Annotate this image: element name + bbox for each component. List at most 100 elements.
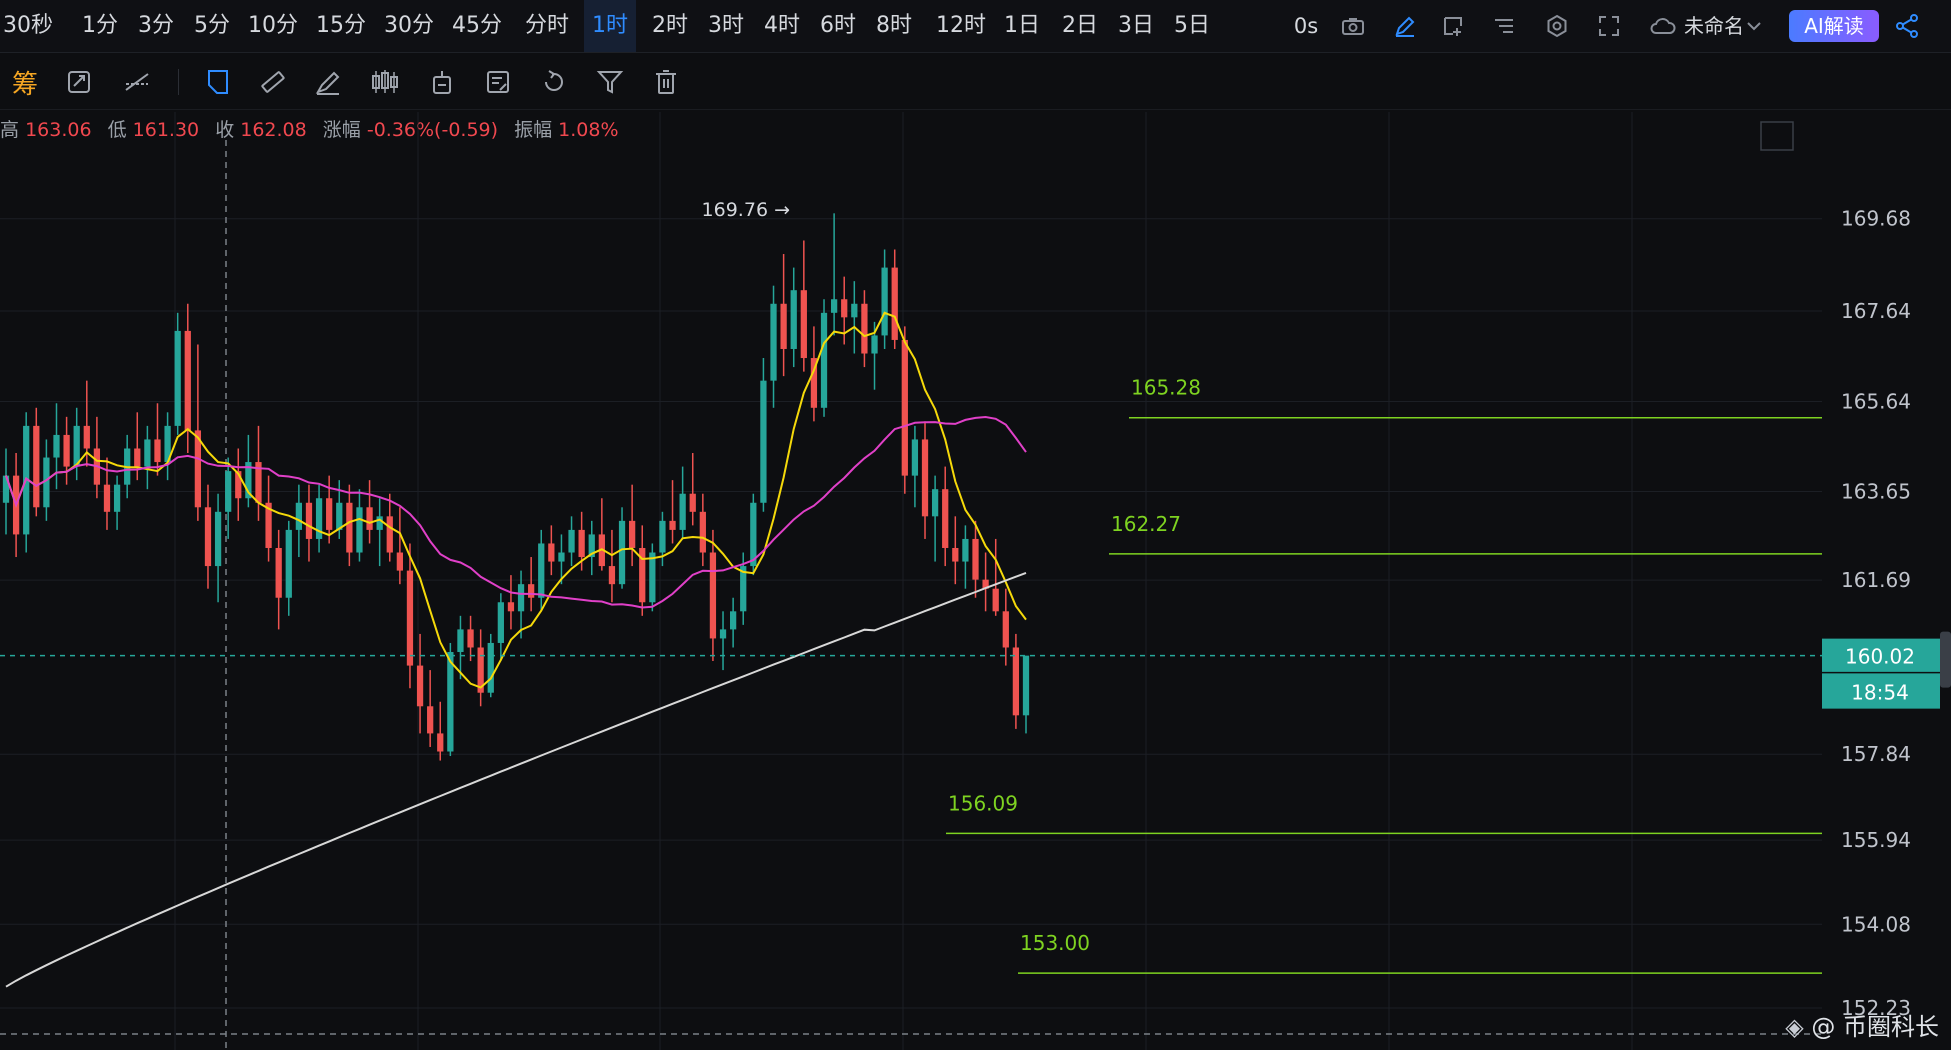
- countdown-toggle[interactable]: 0s: [1286, 10, 1326, 42]
- candle-body-8: [83, 425, 90, 449]
- candle-body-15: [154, 439, 161, 463]
- timeframe-2[interactable]: 3分: [130, 0, 182, 52]
- candle-body-42: [427, 706, 434, 734]
- brush-icon[interactable]: [311, 65, 345, 99]
- candle-body-52: [528, 584, 535, 598]
- timeframe-3[interactable]: 5分: [186, 0, 238, 52]
- candle-body-3: [33, 425, 40, 508]
- close-label: 收: [215, 119, 235, 141]
- candle-body-25: [255, 462, 262, 503]
- y-tick-3: 163.65: [1841, 479, 1911, 503]
- timeframe-9[interactable]: 1时: [584, 0, 636, 52]
- chevron-down-icon[interactable]: [1744, 10, 1764, 42]
- list-icon[interactable]: [1488, 10, 1520, 42]
- timeframe-11[interactable]: 3时: [700, 0, 752, 52]
- timeframe-10[interactable]: 2时: [644, 0, 696, 52]
- candle-body-4: [43, 457, 50, 508]
- y-tick-6: 155.94: [1841, 828, 1911, 852]
- trash-icon[interactable]: [649, 65, 683, 99]
- candle-body-36: [366, 507, 373, 530]
- countdown-label: 18:54: [1851, 681, 1909, 705]
- candle-pattern-icon[interactable]: [368, 65, 402, 99]
- settings-icon[interactable]: [1541, 10, 1573, 42]
- candle-body-16: [164, 425, 171, 463]
- fullscreen-icon[interactable]: [1593, 10, 1625, 42]
- select-cursor-icon[interactable]: [201, 65, 235, 99]
- candle-body-75: [760, 380, 767, 503]
- candle-body-31: [315, 498, 323, 539]
- amplitude-label: 振幅: [514, 119, 553, 141]
- candle-body-28: [285, 529, 292, 598]
- trend-tools-icon[interactable]: [120, 65, 154, 99]
- timeframe-5[interactable]: 15分: [310, 0, 372, 52]
- watermark: ◈ @ 币圈科长: [1785, 1007, 1939, 1042]
- candle-body-41: [416, 665, 424, 707]
- candle-body-48: [487, 642, 494, 693]
- candle-body-26: [265, 502, 272, 548]
- candle-body-63: [639, 547, 646, 603]
- candle-body-7: [73, 425, 80, 467]
- drawing-toolbar: 筹: [0, 53, 1951, 110]
- layout-name[interactable]: 未命名: [1684, 0, 1744, 52]
- timeframe-1[interactable]: 1分: [74, 0, 126, 52]
- filter-icon[interactable]: [593, 65, 627, 99]
- candle-body-55: [558, 552, 565, 562]
- timeframe-8[interactable]: 分时: [516, 0, 578, 52]
- candle-body-61: [618, 520, 626, 585]
- pencil-icon[interactable]: [1389, 10, 1421, 42]
- collapse-icon: [1760, 121, 1794, 151]
- timeframe-18[interactable]: 3日: [1110, 0, 1162, 52]
- candle-body-33: [336, 502, 343, 530]
- level-label-2: 156.09: [948, 791, 1018, 815]
- note-icon[interactable]: [481, 65, 515, 99]
- timeframe-7[interactable]: 45分: [446, 0, 508, 52]
- candle-body-50: [507, 602, 515, 612]
- high-label: 高: [0, 119, 20, 141]
- candle-body-68: [689, 493, 696, 512]
- cloud-icon[interactable]: [1647, 10, 1679, 42]
- add-indicator-icon[interactable]: [1437, 10, 1469, 42]
- candle-body-46: [467, 629, 474, 648]
- candlestick-chart[interactable]: 169.68 167.64 165.64 163.65 161.69 157.84 155.…: [0, 0, 1951, 1050]
- timeframe-14[interactable]: 8时: [868, 0, 920, 52]
- candle-body-76: [770, 303, 777, 381]
- candle-body-96: [972, 538, 979, 580]
- lock-icon[interactable]: [425, 65, 459, 99]
- camera-icon[interactable]: [1337, 10, 1369, 42]
- ai-interpret-button[interactable]: AI解读: [1789, 10, 1879, 42]
- ma-short-line: [5, 311, 1027, 689]
- candle-body-58: [588, 534, 595, 558]
- candle-body-11: [113, 484, 121, 512]
- undo-icon[interactable]: [537, 65, 571, 99]
- timeframe-19[interactable]: 5日: [1166, 0, 1218, 52]
- magnet-sync-icon[interactable]: [62, 65, 96, 99]
- chips-button[interactable]: 筹: [8, 65, 42, 100]
- candle-body-77: [780, 303, 787, 349]
- candle-body-60: [608, 566, 616, 585]
- candle-body-94: [952, 547, 959, 562]
- candle-body-21: [214, 511, 222, 567]
- candle-body-37: [376, 516, 383, 530]
- level-label-1: 162.27: [1111, 512, 1181, 536]
- change-label: 涨幅: [322, 119, 361, 141]
- timeframe-12[interactable]: 4时: [756, 0, 808, 52]
- y-tick-4: 161.69: [1841, 568, 1911, 592]
- candle-body-49: [497, 602, 504, 643]
- candle-body-32: [326, 498, 333, 530]
- timeframe-13[interactable]: 6时: [812, 0, 864, 52]
- candle-body-0: [2, 475, 10, 503]
- timeframe-17[interactable]: 2日: [1054, 0, 1106, 52]
- timeframe-16[interactable]: 1日: [998, 0, 1046, 52]
- timeframe-6[interactable]: 30分: [378, 0, 440, 52]
- candle-body-43: [437, 733, 444, 752]
- toolbar-divider: [178, 69, 179, 95]
- timeframe-15[interactable]: 12时: [930, 0, 992, 52]
- timeframe-0[interactable]: 30秒: [0, 0, 56, 52]
- ruler-icon[interactable]: [256, 65, 290, 99]
- share-icon[interactable]: [1891, 10, 1923, 42]
- candle-body-20: [204, 507, 212, 567]
- candle-body-35: [356, 507, 363, 553]
- candle-body-24: [245, 462, 252, 499]
- timeframe-4[interactable]: 10分: [242, 0, 304, 52]
- candle-body-92: [931, 489, 939, 517]
